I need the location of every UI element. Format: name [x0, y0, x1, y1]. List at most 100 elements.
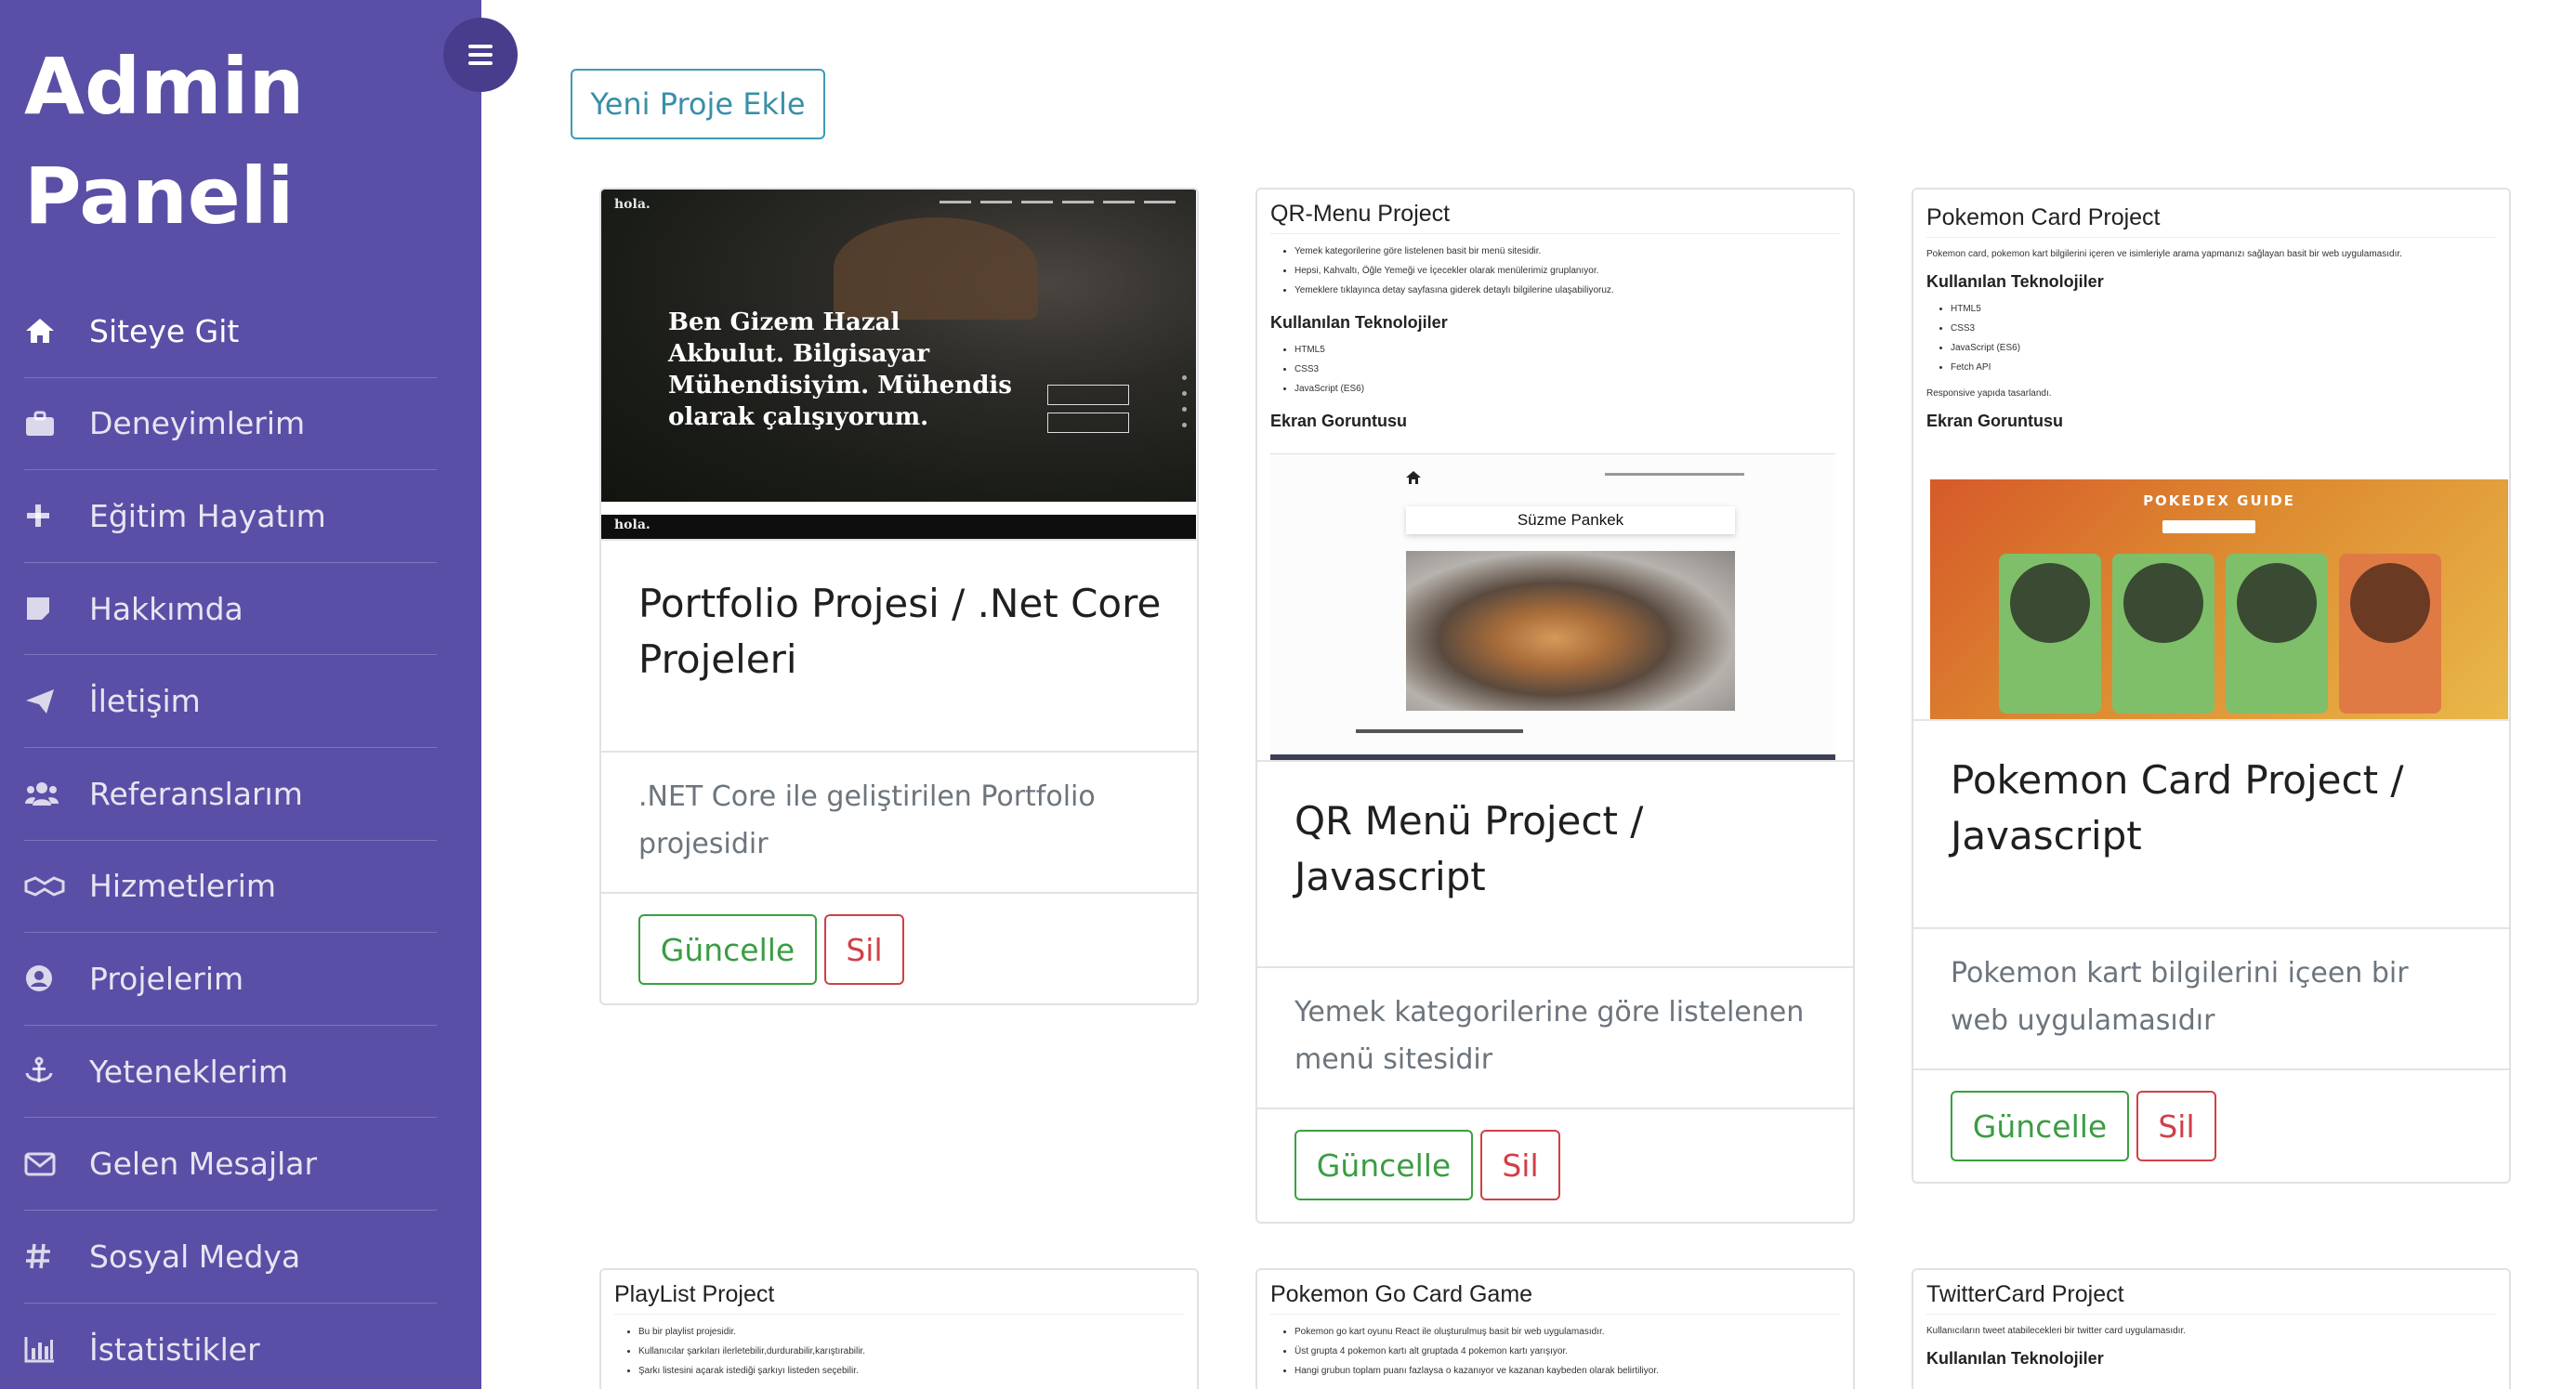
brand-title: Admin Paneli — [24, 32, 442, 251]
sidebar-item-label: İletişim — [89, 683, 201, 720]
readme-bullet: CSS3 — [1951, 319, 2496, 338]
readme-bullet: Pokemon go kart oyunu React ile oluşturu… — [1295, 1322, 1840, 1342]
delete-button[interactable]: Sil — [2136, 1091, 2216, 1161]
pokemon-card — [2339, 554, 2441, 714]
brand-line-1: Admin — [24, 41, 305, 132]
project-description: Yemek kategorilerine göre listelenen men… — [1295, 996, 1805, 1076]
sidebar: Admin Paneli Siteye Git Deneyimlerim Eği… — [0, 0, 481, 1389]
card-divider — [601, 892, 1197, 894]
preview-headline: Ben Gizem Hazal Akbulut. Bilgisayar Mühe… — [668, 308, 1012, 431]
add-project-button[interactable]: Yeni Proje Ekle — [571, 69, 825, 139]
pokedex-title: POKEDEX GUIDE — [2143, 492, 2295, 509]
bar-chart-icon — [24, 1335, 89, 1363]
update-button[interactable]: Güncelle — [1295, 1130, 1473, 1200]
sidebar-item-label: İstatistikler — [89, 1330, 260, 1368]
preview-hat-shape — [834, 217, 1038, 320]
card-divider — [1257, 1107, 1853, 1109]
sidebar-item-label: Siteye Git — [89, 312, 240, 349]
readme-note: Responsive yapıda tasarlandı. — [1926, 388, 2052, 399]
sidebar-item-label: Referanslarım — [89, 775, 303, 812]
readme-bullet: Üst grupta 4 pokemon kartı alt gruptada … — [1295, 1342, 1840, 1361]
readme-bullet: Fetch API — [1951, 358, 2496, 377]
readme-tech-list: HTML5 CSS3 JavaScript (ES6) Fetch API — [1926, 299, 2496, 377]
sidebar-item-label: Yeteneklerim — [89, 1053, 289, 1090]
readme-subheading: Kullanılan Teknolojiler — [1270, 313, 1448, 332]
sidebar-item-siteye-git[interactable]: Siteye Git — [24, 285, 437, 378]
preview-navbar-strip: hola. — [601, 515, 1196, 539]
sidebar-item-deneyimlerim[interactable]: Deneyimlerim — [24, 378, 437, 471]
sidebar-item-label: Hakkımda — [89, 590, 243, 627]
pokedex-search — [2162, 520, 2255, 533]
user-circle-icon — [24, 963, 89, 993]
readme-bullet: JavaScript (ES6) — [1295, 379, 1840, 399]
sidebar-item-hakkimda[interactable]: Hakkımda — [24, 563, 437, 656]
sidebar-item-hizmetlerim[interactable]: Hizmetlerim — [24, 841, 437, 934]
readme-preview: QR-Menu Project Yemek kategorilerine gör… — [1257, 190, 1853, 760]
project-preview-image: QR-Menu Project Yemek kategorilerine gör… — [1257, 190, 1853, 762]
readme-heading: Pokemon Card Project — [1926, 190, 2496, 238]
pancake-photo — [1406, 551, 1735, 711]
readme-intro: Pokemon card, pokemon kart bilgilerini i… — [1926, 249, 2402, 259]
sidebar-item-label: Deneyimlerim — [89, 405, 306, 442]
update-button[interactable]: Güncelle — [1951, 1091, 2129, 1161]
sidebar-item-projelerim[interactable]: Projelerim — [24, 933, 437, 1026]
project-description: Pokemon kart bilgilerini içeen bir web u… — [1951, 957, 2409, 1037]
sidebar-toggle-button[interactable] — [443, 18, 518, 92]
preview-logo: hola. — [614, 197, 651, 212]
readme-bullet: CSS3 — [1295, 360, 1840, 379]
home-icon — [1406, 471, 1421, 484]
update-button[interactable]: Güncelle — [638, 914, 817, 985]
sidebar-item-label: Hizmetlerim — [89, 868, 277, 905]
pokemon-card — [2226, 554, 2328, 714]
readme-bullets: Bu bir playlist projesidir. Kullanıcılar… — [614, 1322, 1184, 1381]
users-icon — [24, 780, 89, 807]
sidebar-item-egitim-hayatim[interactable]: Eğitim Hayatım — [24, 470, 437, 563]
pokedex-screenshot: POKEDEX GUIDE — [1930, 479, 2508, 719]
delete-button[interactable]: Sil — [824, 914, 904, 985]
delete-button[interactable]: Sil — [1480, 1130, 1560, 1200]
brand-line-2: Paneli — [24, 151, 295, 242]
footer-bar — [1270, 754, 1835, 760]
sidebar-item-yeteneklerim[interactable]: Yeteneklerim — [24, 1026, 437, 1119]
readme-heading: TwitterCard Project — [1926, 1270, 2496, 1315]
project-title: QR Menü Project / Javascript — [1295, 798, 1644, 899]
card-divider — [601, 751, 1197, 753]
sidebar-item-iletisim[interactable]: İletişim — [24, 655, 437, 748]
project-card: hola. Ben Gizem Hazal Akbulut. Bilgisaya… — [599, 188, 1199, 1005]
readme-tech-list: HTML5 CSS3 JavaScript (ES6) — [1270, 340, 1840, 399]
readme-intro: Kullanıcıların tweet atabilecekleri bir … — [1926, 1326, 2187, 1336]
readme-preview: Pokemon Card Project Pokemon card, pokem… — [1913, 190, 2509, 719]
readme-bullets: Yemek kategorilerine göre listelenen bas… — [1270, 242, 1840, 300]
readme-bullet: Bu bir playlist projesidir. — [638, 1322, 1184, 1342]
readme-bullet: Kullanıcılar şarkıları ilerletebilir,dur… — [638, 1342, 1184, 1361]
pokemon-card — [1999, 554, 2101, 714]
sidebar-item-istatistikler[interactable]: İstatistikler — [24, 1304, 437, 1389]
project-card: QR-Menu Project Yemek kategorilerine gör… — [1255, 188, 1855, 1224]
product-name-tag: Süzme Pankek — [1406, 506, 1735, 534]
readme-bullet: HTML5 — [1295, 340, 1840, 360]
readme-subheading: Kullanılan Teknolojiler — [1926, 1349, 2104, 1368]
plus-icon — [24, 502, 89, 530]
sidebar-item-sosyal-medya[interactable]: Sosyal Medya — [24, 1211, 437, 1304]
project-title: Pokemon Card Project / Javascript — [1951, 757, 2404, 858]
readme-preview: Pokemon Go Card Game Pokemon go kart oyu… — [1257, 1270, 1853, 1389]
project-description: .NET Core ile geliştirilen Portfolio pro… — [638, 780, 1096, 860]
anchor-icon — [24, 1056, 89, 1086]
readme-preview: TwitterCard Project Kullanıcıların tweet… — [1913, 1270, 2509, 1389]
readme-preview: PlayList Project Bu bir playlist projesi… — [601, 1270, 1197, 1389]
readme-bullet: HTML5 — [1951, 299, 2496, 319]
note-icon — [24, 595, 89, 622]
project-preview-image: Pokemon Card Project Pokemon card, pokem… — [1913, 190, 2509, 721]
pokemon-card — [2112, 554, 2215, 714]
card-divider — [1913, 927, 2509, 929]
portfolio-hero: hola. Ben Gizem Hazal Akbulut. Bilgisaya… — [601, 190, 1196, 502]
project-card: Pokemon Go Card Game Pokemon go kart oyu… — [1255, 1268, 1855, 1389]
readme-subheading: Ekran Goruntusu — [1270, 412, 1408, 430]
readme-heading: QR-Menu Project — [1270, 190, 1840, 234]
project-title: Portfolio Projesi / .Net Core Projeleri — [638, 581, 1162, 682]
sidebar-menu: Siteye Git Deneyimlerim Eğitim Hayatım H… — [24, 285, 437, 1389]
sidebar-item-gelen-mesajlar[interactable]: Gelen Mesajlar — [24, 1118, 437, 1211]
briefcase-icon — [24, 410, 89, 438]
sidebar-item-referanslarim[interactable]: Referanslarım — [24, 748, 437, 841]
readme-bullet: Şarkı listesini açarak istediği şarkıyı … — [638, 1361, 1184, 1381]
